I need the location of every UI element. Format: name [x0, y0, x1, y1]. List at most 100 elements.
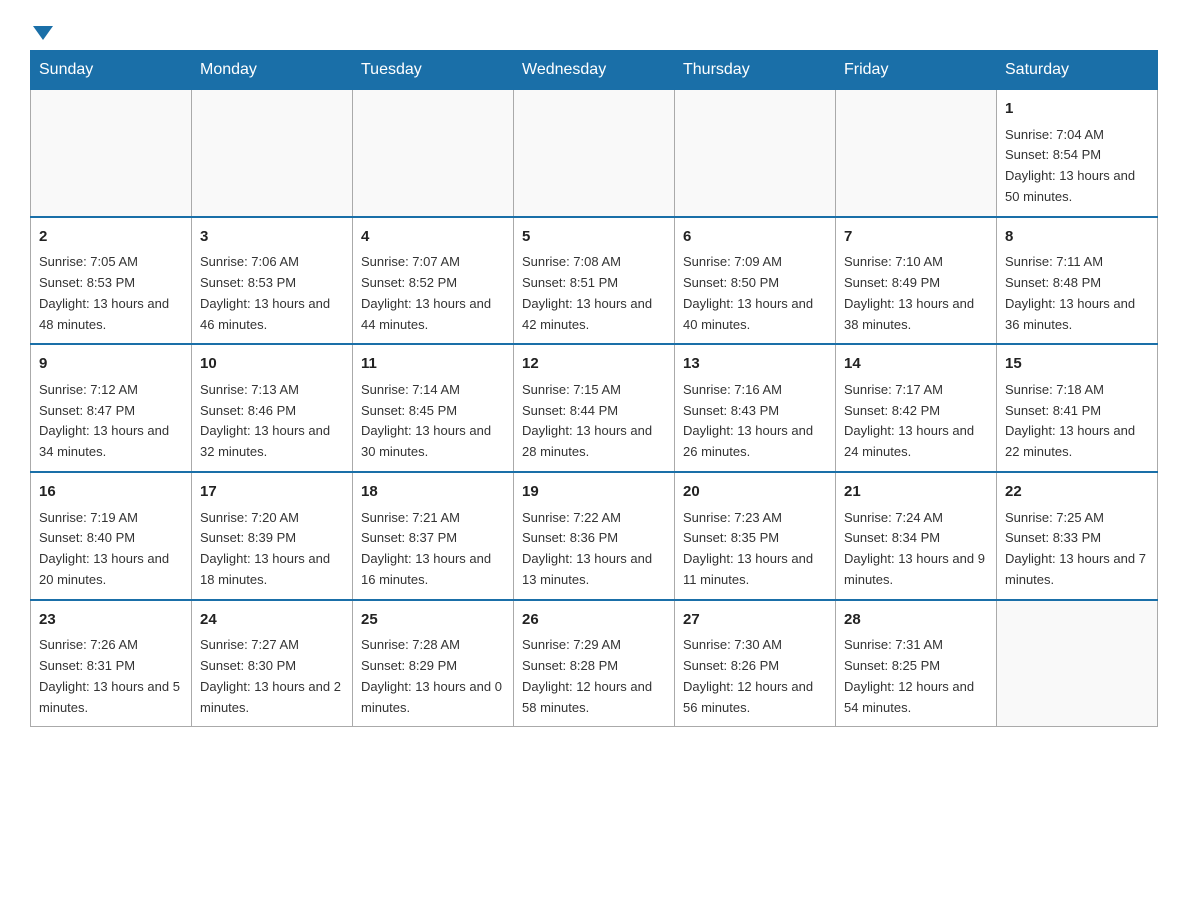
day-cell: 25 Sunrise: 7:28 AM Sunset: 8:29 PM Dayli…	[353, 600, 514, 727]
day-cell: 6 Sunrise: 7:09 AM Sunset: 8:50 PM Daylig…	[675, 217, 836, 345]
day-info: Sunrise: 7:10 AM Sunset: 8:49 PM Dayligh…	[844, 252, 988, 335]
day-cell: 24 Sunrise: 7:27 AM Sunset: 8:30 PM Dayli…	[192, 600, 353, 727]
day-cell: 1 Sunrise: 7:04 AM Sunset: 8:54 PM Daylig…	[997, 90, 1158, 217]
day-info: Sunrise: 7:17 AM Sunset: 8:42 PM Dayligh…	[844, 380, 988, 463]
day-cell	[31, 90, 192, 217]
day-cell: 4 Sunrise: 7:07 AM Sunset: 8:52 PM Daylig…	[353, 217, 514, 345]
day-number: 10	[200, 353, 344, 376]
day-info: Sunrise: 7:31 AM Sunset: 8:25 PM Dayligh…	[844, 635, 988, 718]
day-cell: 27 Sunrise: 7:30 AM Sunset: 8:26 PM Dayli…	[675, 600, 836, 727]
logo	[30, 24, 53, 38]
day-info: Sunrise: 7:24 AM Sunset: 8:34 PM Dayligh…	[844, 508, 988, 591]
day-cell: 8Sunrise: 7:11 AM Sunset: 8:48 PM Daylig…	[997, 217, 1158, 345]
day-cell: 19 Sunrise: 7:22 AM Sunset: 8:36 PM Dayli…	[514, 472, 675, 600]
day-number: 6	[683, 226, 827, 249]
day-number: 17	[200, 481, 344, 504]
day-cell: 9Sunrise: 7:12 AM Sunset: 8:47 PM Daylig…	[31, 344, 192, 472]
day-cell	[192, 90, 353, 217]
day-cell: 21 Sunrise: 7:24 AM Sunset: 8:34 PM Dayli…	[836, 472, 997, 600]
day-info: Sunrise: 7:05 AM Sunset: 8:53 PM Dayligh…	[39, 252, 183, 335]
day-number: 2	[39, 226, 183, 249]
day-number: 14	[844, 353, 988, 376]
day-number: 24	[200, 609, 344, 632]
header-friday: Friday	[836, 51, 997, 90]
day-number: 26	[522, 609, 666, 632]
day-info: Sunrise: 7:25 AM Sunset: 8:33 PM Dayligh…	[1005, 508, 1149, 591]
day-info: Sunrise: 7:19 AM Sunset: 8:40 PM Dayligh…	[39, 508, 183, 591]
week-row-5: 23 Sunrise: 7:26 AM Sunset: 8:31 PM Dayli…	[31, 600, 1158, 727]
week-row-1: 1 Sunrise: 7:04 AM Sunset: 8:54 PM Daylig…	[31, 90, 1158, 217]
day-number: 27	[683, 609, 827, 632]
day-info: Sunrise: 7:14 AM Sunset: 8:45 PM Dayligh…	[361, 380, 505, 463]
day-cell: 15 Sunrise: 7:18 AM Sunset: 8:41 PM Dayli…	[997, 344, 1158, 472]
week-row-3: 9Sunrise: 7:12 AM Sunset: 8:47 PM Daylig…	[31, 344, 1158, 472]
day-number: 20	[683, 481, 827, 504]
day-number: 21	[844, 481, 988, 504]
day-info: Sunrise: 7:30 AM Sunset: 8:26 PM Dayligh…	[683, 635, 827, 718]
week-row-4: 16 Sunrise: 7:19 AM Sunset: 8:40 PM Dayli…	[31, 472, 1158, 600]
day-cell: 5 Sunrise: 7:08 AM Sunset: 8:51 PM Daylig…	[514, 217, 675, 345]
day-number: 11	[361, 353, 505, 376]
day-cell: 20Sunrise: 7:23 AM Sunset: 8:35 PM Dayli…	[675, 472, 836, 600]
day-number: 9	[39, 353, 183, 376]
day-info: Sunrise: 7:08 AM Sunset: 8:51 PM Dayligh…	[522, 252, 666, 335]
logo-arrow-icon	[33, 26, 53, 40]
day-cell: 12 Sunrise: 7:15 AM Sunset: 8:44 PM Dayli…	[514, 344, 675, 472]
day-number: 28	[844, 609, 988, 632]
day-number: 5	[522, 226, 666, 249]
day-number: 25	[361, 609, 505, 632]
day-cell: 23 Sunrise: 7:26 AM Sunset: 8:31 PM Dayli…	[31, 600, 192, 727]
day-info: Sunrise: 7:07 AM Sunset: 8:52 PM Dayligh…	[361, 252, 505, 335]
day-cell: 3 Sunrise: 7:06 AM Sunset: 8:53 PM Daylig…	[192, 217, 353, 345]
header-saturday: Saturday	[997, 51, 1158, 90]
day-number: 12	[522, 353, 666, 376]
day-info: Sunrise: 7:22 AM Sunset: 8:36 PM Dayligh…	[522, 508, 666, 591]
day-cell: 26 Sunrise: 7:29 AM Sunset: 8:28 PM Dayli…	[514, 600, 675, 727]
day-info: Sunrise: 7:21 AM Sunset: 8:37 PM Dayligh…	[361, 508, 505, 591]
day-cell	[353, 90, 514, 217]
day-info: Sunrise: 7:20 AM Sunset: 8:39 PM Dayligh…	[200, 508, 344, 591]
header-monday: Monday	[192, 51, 353, 90]
header-wednesday: Wednesday	[514, 51, 675, 90]
day-number: 16	[39, 481, 183, 504]
day-cell	[675, 90, 836, 217]
day-number: 18	[361, 481, 505, 504]
day-cell: 18 Sunrise: 7:21 AM Sunset: 8:37 PM Dayli…	[353, 472, 514, 600]
day-number: 23	[39, 609, 183, 632]
day-number: 3	[200, 226, 344, 249]
day-info: Sunrise: 7:26 AM Sunset: 8:31 PM Dayligh…	[39, 635, 183, 718]
day-cell	[514, 90, 675, 217]
day-info: Sunrise: 7:04 AM Sunset: 8:54 PM Dayligh…	[1005, 125, 1149, 208]
day-cell: 17 Sunrise: 7:20 AM Sunset: 8:39 PM Dayli…	[192, 472, 353, 600]
week-row-2: 2 Sunrise: 7:05 AM Sunset: 8:53 PM Daylig…	[31, 217, 1158, 345]
page-header	[30, 24, 1158, 38]
day-cell: 2 Sunrise: 7:05 AM Sunset: 8:53 PM Daylig…	[31, 217, 192, 345]
day-number: 22	[1005, 481, 1149, 504]
day-number: 4	[361, 226, 505, 249]
day-cell	[997, 600, 1158, 727]
day-number: 19	[522, 481, 666, 504]
header-thursday: Thursday	[675, 51, 836, 90]
day-cell: 7 Sunrise: 7:10 AM Sunset: 8:49 PM Daylig…	[836, 217, 997, 345]
day-info: Sunrise: 7:28 AM Sunset: 8:29 PM Dayligh…	[361, 635, 505, 718]
day-cell: 22 Sunrise: 7:25 AM Sunset: 8:33 PM Dayli…	[997, 472, 1158, 600]
day-number: 15	[1005, 353, 1149, 376]
calendar-table: SundayMondayTuesdayWednesdayThursdayFrid…	[30, 50, 1158, 727]
day-number: 7	[844, 226, 988, 249]
header-sunday: Sunday	[31, 51, 192, 90]
day-info: Sunrise: 7:15 AM Sunset: 8:44 PM Dayligh…	[522, 380, 666, 463]
day-cell: 11 Sunrise: 7:14 AM Sunset: 8:45 PM Dayli…	[353, 344, 514, 472]
day-cell: 16 Sunrise: 7:19 AM Sunset: 8:40 PM Dayli…	[31, 472, 192, 600]
day-info: Sunrise: 7:13 AM Sunset: 8:46 PM Dayligh…	[200, 380, 344, 463]
day-info: Sunrise: 7:29 AM Sunset: 8:28 PM Dayligh…	[522, 635, 666, 718]
day-info: Sunrise: 7:27 AM Sunset: 8:30 PM Dayligh…	[200, 635, 344, 718]
day-info: Sunrise: 7:09 AM Sunset: 8:50 PM Dayligh…	[683, 252, 827, 335]
header-tuesday: Tuesday	[353, 51, 514, 90]
day-info: Sunrise: 7:18 AM Sunset: 8:41 PM Dayligh…	[1005, 380, 1149, 463]
day-cell	[836, 90, 997, 217]
day-number: 1	[1005, 98, 1149, 121]
day-cell: 28 Sunrise: 7:31 AM Sunset: 8:25 PM Dayli…	[836, 600, 997, 727]
day-number: 13	[683, 353, 827, 376]
day-number: 8	[1005, 226, 1149, 249]
day-info: Sunrise: 7:06 AM Sunset: 8:53 PM Dayligh…	[200, 252, 344, 335]
